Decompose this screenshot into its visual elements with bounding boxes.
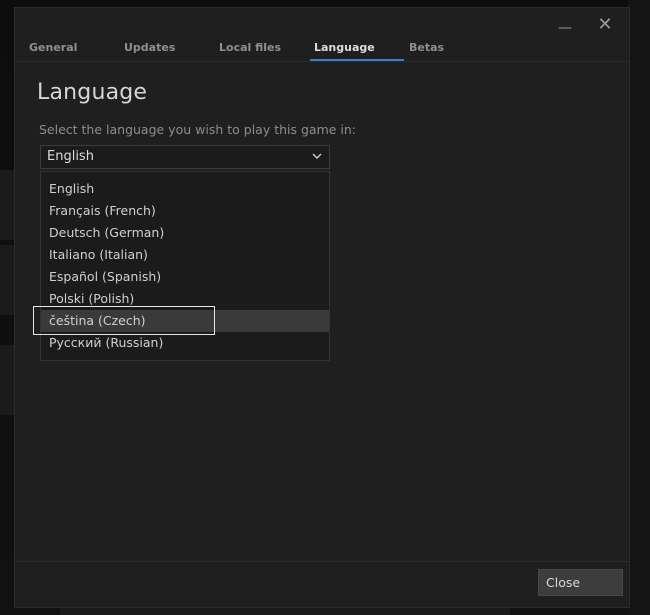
close-window-button[interactable]: ✕ bbox=[595, 16, 615, 36]
page-title: Language bbox=[37, 80, 148, 105]
tab-updates[interactable]: Updates bbox=[124, 39, 175, 61]
language-prompt: Select the language you wish to play thi… bbox=[39, 122, 357, 137]
language-option-german[interactable]: Deutsch (German) bbox=[41, 222, 329, 244]
tab-bar: General Updates Local files Language Bet… bbox=[15, 39, 629, 61]
language-option-spanish[interactable]: Español (Spanish) bbox=[41, 266, 329, 288]
game-properties-dialog: — ✕ General Updates Local files Language… bbox=[14, 7, 630, 608]
window-controls: — ✕ bbox=[555, 16, 615, 37]
language-option-english[interactable]: English bbox=[41, 178, 329, 200]
language-option-polish[interactable]: Polski (Polish) bbox=[41, 288, 329, 310]
divider bbox=[15, 61, 629, 62]
background-panel bbox=[628, 0, 650, 615]
minimize-button[interactable]: — bbox=[555, 16, 575, 36]
tab-local-files[interactable]: Local files bbox=[219, 39, 281, 61]
tab-language[interactable]: Language bbox=[314, 39, 375, 61]
close-button[interactable]: Close bbox=[538, 569, 623, 596]
background-panel bbox=[0, 345, 14, 415]
language-option-french[interactable]: Français (French) bbox=[41, 200, 329, 222]
tab-betas[interactable]: Betas bbox=[409, 39, 444, 61]
language-option-czech[interactable]: čeština (Czech) bbox=[41, 310, 329, 332]
language-select-value: English bbox=[47, 149, 94, 164]
language-option-italian[interactable]: Italiano (Italian) bbox=[41, 244, 329, 266]
language-select[interactable]: English bbox=[40, 145, 330, 169]
language-dropdown-list: English Français (French) Deutsch (Germa… bbox=[40, 171, 330, 361]
background-panel bbox=[0, 170, 14, 240]
language-option-russian[interactable]: Русский (Russian) bbox=[41, 332, 329, 354]
background-panel bbox=[0, 245, 14, 315]
tab-general[interactable]: General bbox=[29, 39, 77, 61]
divider bbox=[15, 561, 629, 562]
chevron-down-icon bbox=[312, 153, 322, 159]
